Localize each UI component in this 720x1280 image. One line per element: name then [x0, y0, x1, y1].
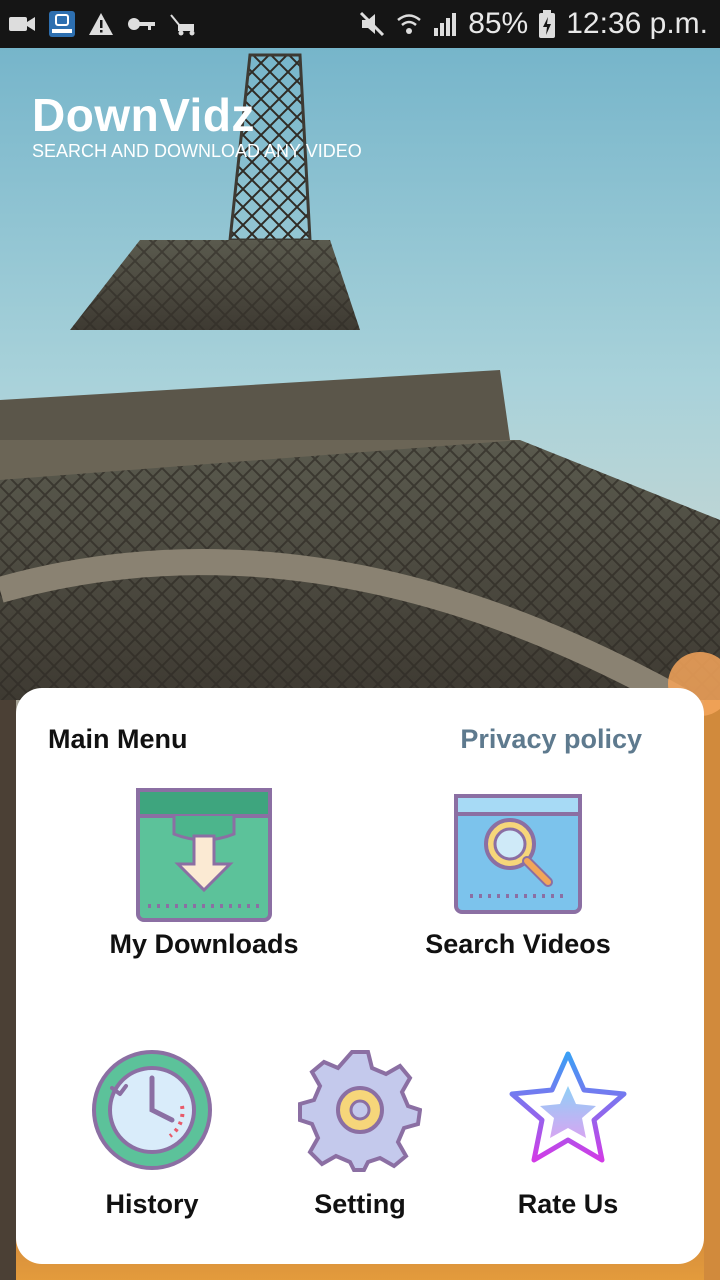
history-label: History [105, 1189, 199, 1219]
main-menu-card: Main Menu Privacy policy My Downloads Se… [16, 688, 704, 1264]
app-subtitle: SEARCH AND DOWNLOAD ANY VIDEO [32, 141, 362, 161]
mute-icon [360, 11, 385, 37]
rate-us-label: Rate Us [517, 1189, 619, 1219]
search-videos-button[interactable]: Search Videos [408, 784, 628, 960]
my-downloads-label: My Downloads [109, 929, 299, 959]
my-downloads-button[interactable]: My Downloads [94, 784, 314, 960]
setting-button[interactable]: Setting [270, 1048, 450, 1220]
search-window-icon [454, 794, 582, 914]
download-box-icon [136, 788, 272, 922]
video-camera-icon [9, 17, 35, 31]
insta-app-icon [49, 11, 75, 37]
privacy-policy-link[interactable]: Privacy policy [460, 724, 642, 755]
history-button[interactable]: History [62, 1048, 242, 1220]
status-left-icons [8, 10, 198, 38]
main-menu-title: Main Menu [48, 724, 188, 754]
star-icon [509, 1051, 627, 1163]
battery-percent: 85% [468, 7, 529, 40]
rate-us-button[interactable]: Rate Us [478, 1048, 658, 1220]
clock-history-icon [92, 1050, 212, 1170]
app-title: DownVidz [32, 89, 255, 141]
clock: 12:36 p.m. [566, 7, 708, 40]
status-bar: 85% 12:36 p.m. [0, 0, 720, 48]
status-right: 85% 12:36 p.m. [358, 6, 708, 42]
key-icon [128, 18, 155, 30]
warning-icon [89, 13, 113, 35]
wifi-icon [397, 14, 421, 34]
search-videos-label: Search Videos [425, 929, 611, 959]
setting-label: Setting [314, 1189, 406, 1219]
signal-icon [434, 13, 457, 36]
battery-charging-icon [539, 10, 556, 38]
gear-icon [298, 1050, 423, 1172]
mower-icon [170, 14, 195, 36]
